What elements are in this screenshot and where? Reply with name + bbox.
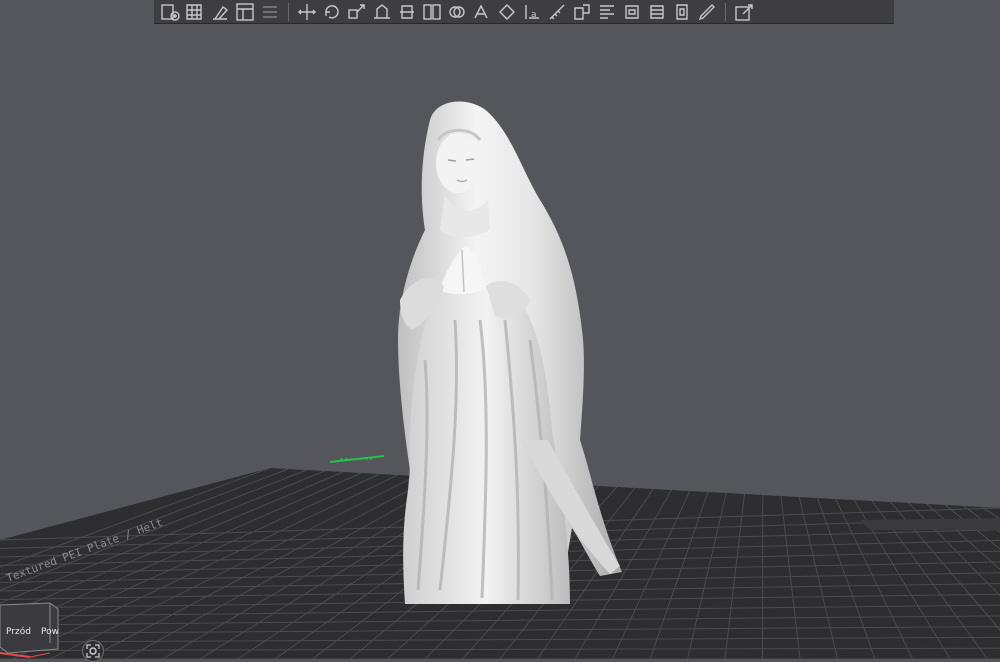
support-paint-icon [472,2,492,22]
move-icon [297,2,317,22]
list-icon [260,2,280,22]
variable-layer-icon [597,2,617,22]
view-cube[interactable]: Przód Pow [0,603,59,657]
cut-icon [397,2,417,22]
top-toolbar: a [154,0,894,24]
cut-button[interactable] [395,1,419,23]
arrange-grid-button[interactable] [183,1,207,23]
list-button[interactable] [258,1,282,23]
pen-icon [697,2,717,22]
orient-icon [210,2,230,22]
edit-view-button[interactable] [732,1,756,23]
support-paint-button[interactable] [470,1,494,23]
seam-paint-button[interactable] [495,1,519,23]
pen-button[interactable] [695,1,719,23]
layout-button[interactable] [233,1,257,23]
split-button[interactable] [420,1,444,23]
measure-icon [547,2,567,22]
view-cube-front-label[interactable]: Przód [6,626,31,637]
measure-button[interactable] [545,1,569,23]
seam-paint-icon [497,2,517,22]
slice-button[interactable] [670,1,694,23]
text-button[interactable]: a [520,1,544,23]
view-cube-right-label[interactable]: Pow [41,627,59,637]
place-face-button[interactable] [370,1,394,23]
3d-viewport[interactable]: Textured PEI Plate / Helt [0,0,1000,659]
slice-icon [672,2,692,22]
rotate-icon [322,2,342,22]
split-icon [422,2,442,22]
text-icon: a [522,2,542,22]
scale-button[interactable] [345,1,369,23]
toolbar-separator [288,3,289,21]
scale-icon [347,2,367,22]
rotate-button[interactable] [320,1,344,23]
layout-icon [235,2,255,22]
mesh-boolean-icon [447,2,467,22]
add-object-button[interactable] [158,1,182,23]
arrange-grid-icon [185,2,205,22]
praying-figure-statue[interactable] [398,102,622,604]
mesh-boolean-button[interactable] [445,1,469,23]
place-face-icon [372,2,392,22]
origin-axis-marker [330,456,384,462]
move-button[interactable] [295,1,319,23]
assembly-button[interactable] [570,1,594,23]
assembly-icon [572,2,592,22]
brim-ears-icon [622,2,642,22]
add-object-icon [160,2,180,22]
brim-ears-button[interactable] [620,1,644,23]
layers-button[interactable] [645,1,669,23]
camera-icon [86,644,100,658]
orient-button[interactable] [208,1,232,23]
svg-text:a: a [531,10,537,20]
toolbar-separator [725,3,726,21]
edit-view-icon [734,2,754,22]
layers-icon [647,2,667,22]
variable-layer-button[interactable] [595,1,619,23]
